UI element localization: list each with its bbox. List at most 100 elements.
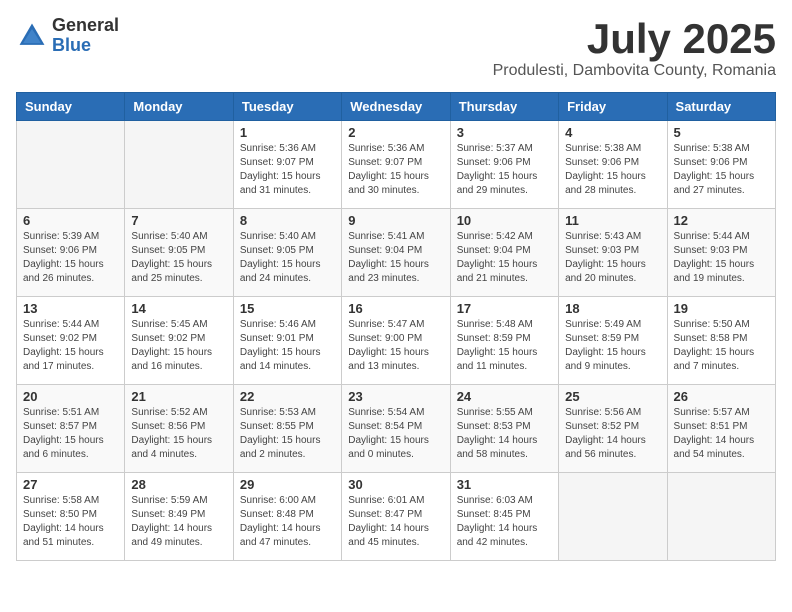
day-number: 30	[348, 477, 443, 492]
day-info: Sunrise: 5:49 AM Sunset: 8:59 PM Dayligh…	[565, 318, 660, 374]
day-info: Sunrise: 6:00 AM Sunset: 8:48 PM Dayligh…	[240, 494, 335, 550]
calendar-cell: 30 Sunrise: 6:01 AM Sunset: 8:47 PM Dayli…	[342, 473, 450, 561]
day-info: Sunrise: 5:38 AM Sunset: 9:06 PM Dayligh…	[565, 142, 660, 198]
day-info: Sunrise: 5:56 AM Sunset: 8:52 PM Dayligh…	[565, 406, 660, 462]
weekday-header-tuesday: Tuesday	[233, 93, 341, 121]
calendar-cell	[559, 473, 667, 561]
weekday-header-saturday: Saturday	[667, 93, 775, 121]
day-number: 7	[131, 213, 226, 228]
day-number: 16	[348, 301, 443, 316]
calendar-cell: 28Sunrise: 5:59 AM Sunset: 8:49 PM Dayli…	[125, 473, 233, 561]
day-info: Sunrise: 5:37 AM Sunset: 9:06 PM Dayligh…	[457, 142, 552, 198]
day-number: 21	[131, 389, 226, 404]
day-number: 12	[674, 213, 769, 228]
logo-text: General Blue	[52, 16, 119, 56]
calendar-cell: 2Sunrise: 5:36 AM Sunset: 9:07 PM Daylig…	[342, 121, 450, 209]
day-info: Sunrise: 5:40 AM Sunset: 9:05 PM Dayligh…	[240, 230, 335, 286]
calendar-cell	[667, 473, 775, 561]
logo-blue: Blue	[52, 36, 119, 56]
day-info: Sunrise: 6:01 AM Sunset: 8:47 PM Dayligh…	[348, 494, 443, 550]
day-number: 20	[23, 389, 118, 404]
day-number: 15	[240, 301, 335, 316]
day-number: 24	[457, 389, 552, 404]
day-number: 4	[565, 125, 660, 140]
day-info: Sunrise: 5:52 AM Sunset: 8:56 PM Dayligh…	[131, 406, 226, 462]
day-info: Sunrise: 5:46 AM Sunset: 9:01 PM Dayligh…	[240, 318, 335, 374]
calendar-cell: 6Sunrise: 5:39 AM Sunset: 9:06 PM Daylig…	[17, 209, 125, 297]
day-number: 9	[348, 213, 443, 228]
calendar: SundayMondayTuesdayWednesdayThursdayFrid…	[16, 92, 776, 561]
day-info: Sunrise: 5:55 AM Sunset: 8:53 PM Dayligh…	[457, 406, 552, 462]
calendar-cell: 16Sunrise: 5:47 AM Sunset: 9:00 PM Dayli…	[342, 297, 450, 385]
calendar-cell: 11 Sunrise: 5:43 AM Sunset: 9:03 PM Dayli…	[559, 209, 667, 297]
calendar-cell	[17, 121, 125, 209]
day-number: 1	[240, 125, 335, 140]
calendar-cell: 4 Sunrise: 5:38 AM Sunset: 9:06 PM Daylig…	[559, 121, 667, 209]
day-number: 11	[565, 213, 660, 228]
subtitle: Produlesti, Dambovita County, Romania	[493, 62, 776, 80]
day-number: 22	[240, 389, 335, 404]
calendar-cell: 9 Sunrise: 5:41 AM Sunset: 9:04 PM Daylig…	[342, 209, 450, 297]
weekday-header-friday: Friday	[559, 93, 667, 121]
calendar-cell: 1 Sunrise: 5:36 AM Sunset: 9:07 PM Daylig…	[233, 121, 341, 209]
calendar-cell: 27 Sunrise: 5:58 AM Sunset: 8:50 PM Dayli…	[17, 473, 125, 561]
day-number: 10	[457, 213, 552, 228]
calendar-cell: 20 Sunrise: 5:51 AM Sunset: 8:57 PM Dayli…	[17, 385, 125, 473]
week-row-4: 20 Sunrise: 5:51 AM Sunset: 8:57 PM Dayli…	[17, 385, 776, 473]
day-info: Sunrise: 5:42 AM Sunset: 9:04 PM Dayligh…	[457, 230, 552, 286]
weekday-header-thursday: Thursday	[450, 93, 558, 121]
day-info: Sunrise: 5:51 AM Sunset: 8:57 PM Dayligh…	[23, 406, 118, 462]
day-number: 17	[457, 301, 552, 316]
day-info: Sunrise: 5:41 AM Sunset: 9:04 PM Dayligh…	[348, 230, 443, 286]
calendar-cell: 3 Sunrise: 5:37 AM Sunset: 9:06 PM Daylig…	[450, 121, 558, 209]
logo: General Blue	[16, 16, 119, 56]
calendar-cell: 24 Sunrise: 5:55 AM Sunset: 8:53 PM Dayli…	[450, 385, 558, 473]
calendar-cell: 10 Sunrise: 5:42 AM Sunset: 9:04 PM Dayli…	[450, 209, 558, 297]
day-info: Sunrise: 5:45 AM Sunset: 9:02 PM Dayligh…	[131, 318, 226, 374]
day-number: 19	[674, 301, 769, 316]
day-info: Sunrise: 6:03 AM Sunset: 8:45 PM Dayligh…	[457, 494, 552, 550]
day-info: Sunrise: 5:43 AM Sunset: 9:03 PM Dayligh…	[565, 230, 660, 286]
weekday-header-row: SundayMondayTuesdayWednesdayThursdayFrid…	[17, 93, 776, 121]
title-block: July 2025 Produlesti, Dambovita County, …	[493, 16, 776, 80]
day-number: 25	[565, 389, 660, 404]
day-number: 2	[348, 125, 443, 140]
calendar-cell: 29Sunrise: 6:00 AM Sunset: 8:48 PM Dayli…	[233, 473, 341, 561]
calendar-cell: 15 Sunrise: 5:46 AM Sunset: 9:01 PM Dayli…	[233, 297, 341, 385]
calendar-cell: 13 Sunrise: 5:44 AM Sunset: 9:02 PM Dayli…	[17, 297, 125, 385]
day-info: Sunrise: 5:36 AM Sunset: 9:07 PM Dayligh…	[240, 142, 335, 198]
day-number: 13	[23, 301, 118, 316]
calendar-cell: 14Sunrise: 5:45 AM Sunset: 9:02 PM Dayli…	[125, 297, 233, 385]
day-info: Sunrise: 5:39 AM Sunset: 9:06 PM Dayligh…	[23, 230, 118, 286]
calendar-cell: 12 Sunrise: 5:44 AM Sunset: 9:03 PM Dayli…	[667, 209, 775, 297]
calendar-cell: 21 Sunrise: 5:52 AM Sunset: 8:56 PM Dayli…	[125, 385, 233, 473]
logo-general: General	[52, 16, 119, 36]
day-number: 3	[457, 125, 552, 140]
calendar-cell: 7Sunrise: 5:40 AM Sunset: 9:05 PM Daylig…	[125, 209, 233, 297]
day-number: 31	[457, 477, 552, 492]
day-number: 27	[23, 477, 118, 492]
day-number: 18	[565, 301, 660, 316]
day-number: 26	[674, 389, 769, 404]
page-header: General Blue July 2025 Produlesti, Dambo…	[16, 16, 776, 80]
day-info: Sunrise: 5:57 AM Sunset: 8:51 PM Dayligh…	[674, 406, 769, 462]
weekday-header-monday: Monday	[125, 93, 233, 121]
logo-icon	[16, 20, 48, 52]
day-info: Sunrise: 5:44 AM Sunset: 9:02 PM Dayligh…	[23, 318, 118, 374]
day-info: Sunrise: 5:59 AM Sunset: 8:49 PM Dayligh…	[131, 494, 226, 550]
week-row-1: 1 Sunrise: 5:36 AM Sunset: 9:07 PM Daylig…	[17, 121, 776, 209]
week-row-5: 27 Sunrise: 5:58 AM Sunset: 8:50 PM Dayli…	[17, 473, 776, 561]
day-info: Sunrise: 5:50 AM Sunset: 8:58 PM Dayligh…	[674, 318, 769, 374]
weekday-header-sunday: Sunday	[17, 93, 125, 121]
calendar-cell	[125, 121, 233, 209]
main-title: July 2025	[493, 16, 776, 62]
day-info: Sunrise: 5:44 AM Sunset: 9:03 PM Dayligh…	[674, 230, 769, 286]
week-row-3: 13 Sunrise: 5:44 AM Sunset: 9:02 PM Dayli…	[17, 297, 776, 385]
day-number: 23	[348, 389, 443, 404]
day-info: Sunrise: 5:38 AM Sunset: 9:06 PM Dayligh…	[674, 142, 769, 198]
day-info: Sunrise: 5:48 AM Sunset: 8:59 PM Dayligh…	[457, 318, 552, 374]
calendar-cell: 17 Sunrise: 5:48 AM Sunset: 8:59 PM Dayli…	[450, 297, 558, 385]
day-info: Sunrise: 5:58 AM Sunset: 8:50 PM Dayligh…	[23, 494, 118, 550]
day-info: Sunrise: 5:54 AM Sunset: 8:54 PM Dayligh…	[348, 406, 443, 462]
day-number: 8	[240, 213, 335, 228]
